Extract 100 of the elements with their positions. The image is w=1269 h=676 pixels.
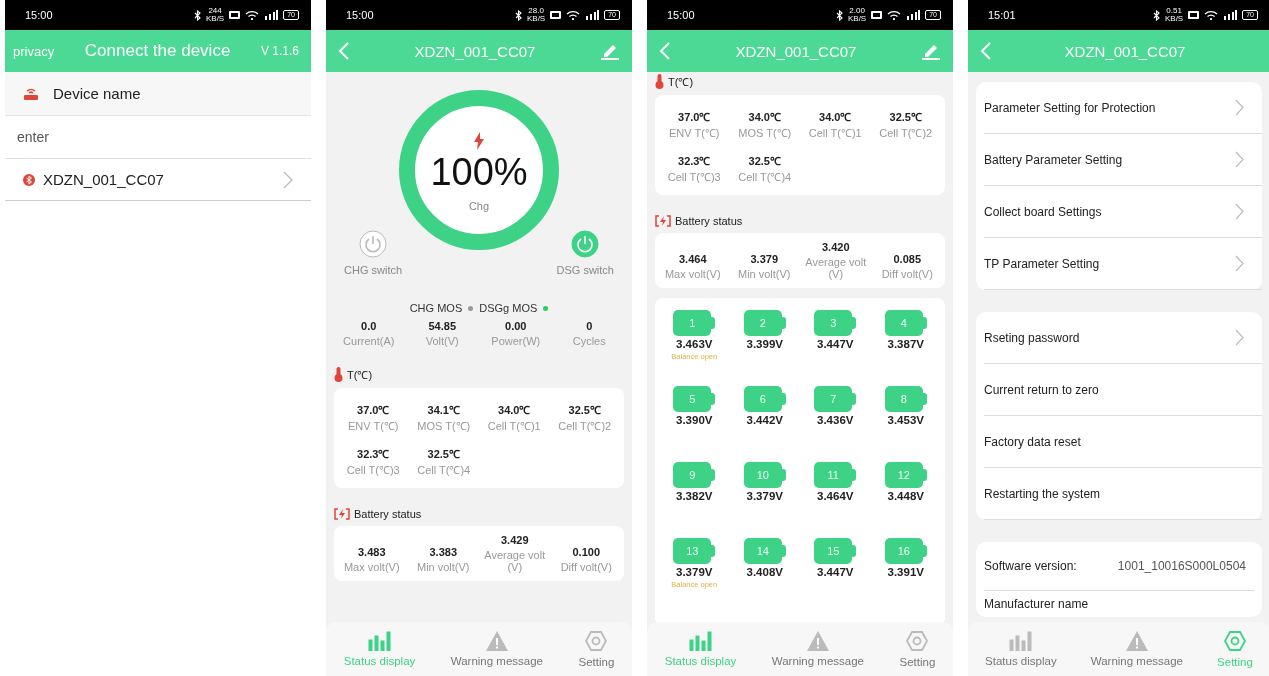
settings-item[interactable]: Collect board Settings — [984, 186, 1262, 238]
settings-icon — [585, 630, 608, 652]
temperature-value: 34.1℃ — [427, 403, 460, 417]
settings-item[interactable]: Rseting password — [984, 312, 1262, 364]
settings-item[interactable]: Current return to zero — [984, 364, 1262, 416]
settings-item[interactable]: TP Parameter Setting — [984, 238, 1262, 290]
info-label: Manufacturer name — [984, 597, 1089, 611]
status-time: 15:01 — [988, 9, 1016, 21]
settings-icon — [906, 630, 929, 652]
wifi-icon — [887, 10, 902, 20]
screen-title: XDZN_001_CC07 — [413, 42, 537, 60]
voltage-value: 3.420 — [822, 241, 850, 253]
cell-battery: 14 — [743, 538, 786, 564]
edit-icon[interactable] — [921, 42, 941, 60]
cell-battery: 8 — [884, 386, 927, 412]
router-icon — [23, 86, 39, 101]
temperature-value: 32.5℃ — [889, 110, 922, 124]
stat-label: Cycles — [572, 335, 606, 347]
temperature-label: ENV T(℃) — [669, 127, 720, 139]
temperature-value: 34.0℃ — [498, 403, 531, 417]
chevron-icon — [283, 170, 293, 189]
hd-icon — [550, 11, 562, 19]
cell-battery: 2 — [743, 310, 786, 336]
signal-icon — [585, 10, 600, 20]
stat-value: 0.00 — [505, 320, 527, 332]
voltage-value: 3.483 — [358, 546, 386, 558]
signal-icon — [1223, 10, 1238, 20]
lightning-icon — [473, 132, 485, 150]
cell-battery: 10 — [743, 462, 786, 488]
screen-title: Connect the device — [83, 41, 232, 61]
screen-title: XDZN_001_CC07 — [734, 42, 858, 60]
voltage-label: Max volt(V) — [664, 268, 721, 280]
temperature-value: 34.0℃ — [748, 110, 781, 124]
temperature-label: Cell T(℃)4 — [417, 464, 471, 476]
cell-voltage: 3.453V — [887, 414, 924, 426]
cell-battery: 13 — [673, 538, 716, 564]
signal-icon — [264, 10, 279, 20]
nav-tab[interactable]: Setting — [578, 630, 615, 668]
cell-voltage: 3.447V — [817, 338, 854, 350]
settings-item[interactable]: Parameter Setting for Protection — [984, 82, 1262, 134]
nav-tab[interactable]: Warning message — [771, 631, 865, 667]
nav-tab[interactable]: Setting — [899, 630, 936, 668]
section-title: Device name — [53, 85, 141, 102]
bar-chart-icon — [688, 631, 713, 651]
power-switch[interactable] — [359, 230, 388, 258]
cell-voltage: 3.408V — [746, 566, 783, 578]
edit-icon[interactable] — [600, 42, 620, 60]
status-time: 15:00 — [346, 9, 374, 21]
settings-icon — [1224, 630, 1246, 652]
switch-label: CHG switch — [344, 264, 403, 276]
voltage-label: Min volt(V) — [737, 268, 791, 280]
warning-icon — [806, 631, 829, 651]
mos-label: CHG MOS — [409, 302, 463, 314]
cell-battery: 7 — [814, 386, 857, 412]
signal-icon — [906, 10, 921, 20]
network-speed: 2.00 KB/S — [847, 7, 867, 23]
bar-chart-icon — [1008, 631, 1033, 651]
nav-tab[interactable]: Warning message — [450, 631, 544, 667]
switch-label: DSG switch — [556, 264, 614, 276]
stat-label: Volt(V) — [425, 335, 459, 347]
bluetooth-icon — [835, 9, 843, 21]
temperature-label: Cell T(℃)1 — [487, 420, 541, 432]
settings-item[interactable]: Factory data reset — [984, 416, 1262, 468]
power-switch[interactable] — [571, 230, 600, 258]
back-icon[interactable] — [659, 41, 671, 61]
bar-chart-icon — [367, 631, 392, 651]
back-icon[interactable] — [338, 41, 350, 61]
cell-battery: 3 — [814, 310, 857, 336]
temperature-value: 37.0℃ — [678, 110, 711, 124]
cell-voltage: 3.390V — [676, 414, 713, 426]
info-value: 1001_10016S000L0504 — [1117, 559, 1247, 573]
temperature-label: Cell T(℃)4 — [738, 171, 792, 183]
section-title: Battery status — [354, 508, 422, 520]
bluetooth-icon — [23, 173, 35, 186]
cell-voltage: 3.463V — [676, 338, 713, 350]
network-speed: 244 KB/S — [205, 7, 225, 23]
network-speed: 28.0 KB/S — [526, 7, 546, 23]
voltage-label: Max volt(V) — [343, 561, 400, 573]
back-icon[interactable] — [980, 41, 992, 61]
cell-voltage: 3.379V — [676, 566, 713, 578]
cell-battery: 11 — [814, 462, 857, 488]
info-label: Software version: — [984, 559, 1077, 573]
charge-state: Chg — [468, 200, 490, 212]
temperature-value: 34.0℃ — [819, 110, 852, 124]
nav-tab[interactable]: Warning message — [1090, 631, 1183, 667]
voltage-label: Min volt(V) — [416, 561, 470, 573]
wifi-icon — [566, 10, 581, 20]
settings-item[interactable]: Battery Parameter Setting — [984, 134, 1262, 186]
device-list-item[interactable]: XDZN_001_CC07 — [5, 159, 311, 201]
hd-icon — [229, 11, 241, 19]
cell-voltage: 3.447V — [817, 566, 854, 578]
battery-charge-icon — [334, 508, 350, 520]
temperature-label: Cell T(℃)2 — [558, 420, 612, 432]
cell-battery: 5 — [673, 386, 716, 412]
voltage-value: 0.085 — [893, 253, 921, 265]
cell-battery: 1 — [673, 310, 716, 336]
bluetooth-icon — [514, 9, 522, 21]
settings-item[interactable]: Restarting the system — [984, 468, 1262, 520]
voltage-value: 3.464 — [679, 253, 707, 265]
nav-tab[interactable]: Status display — [985, 631, 1057, 667]
